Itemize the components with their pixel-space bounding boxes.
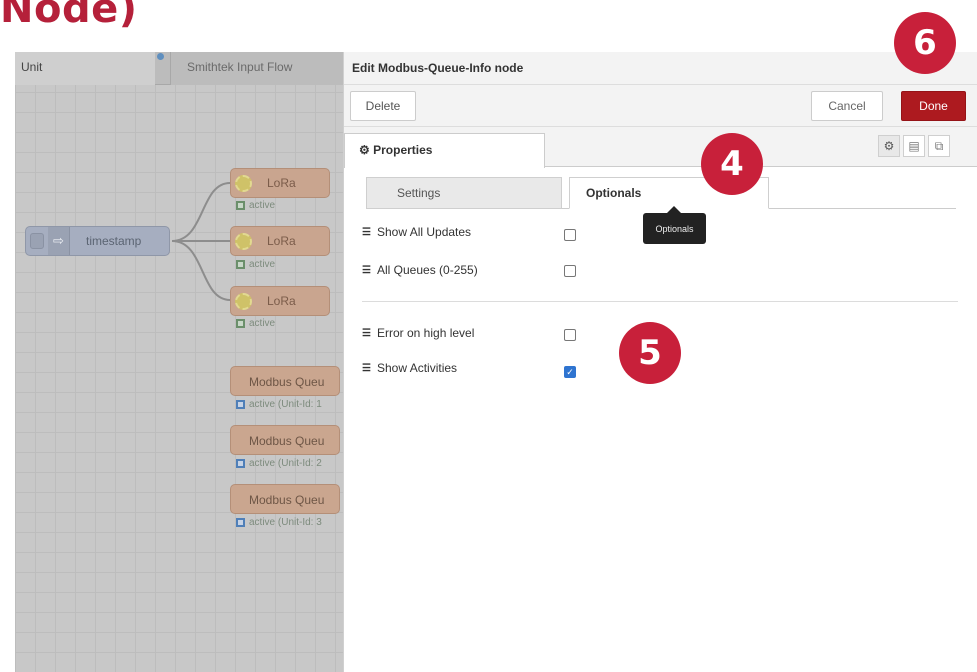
modbus-queue-node-1[interactable]: Modbus Queu: [230, 366, 340, 396]
inject-node-label: timestamp: [86, 234, 142, 248]
lora-icon: [235, 293, 252, 310]
lora-node-3[interactable]: LoRa: [230, 286, 330, 316]
step-badge-4: 4: [701, 133, 763, 195]
option-all-queues: ☰ All Queues (0-255): [362, 263, 478, 277]
option-label: Show All Updates: [377, 225, 472, 239]
modbus-node-label: Modbus Queu: [249, 375, 325, 389]
status-text: active: [249, 200, 276, 211]
node-status: active: [236, 259, 275, 270]
lora-node-label: LoRa: [267, 294, 296, 308]
arrow-right-icon: ⇨: [48, 227, 70, 255]
status-indicator-icon: [236, 400, 245, 409]
status-text: active: [249, 259, 276, 270]
status-text: active: [249, 318, 276, 329]
status-text: active (Unit-Id: 3: [249, 517, 322, 528]
tooltip-arrow: [667, 206, 681, 213]
properties-tab-bar: ⚙ Properties ⚙ ▤ ⧉: [344, 127, 977, 168]
list-grid-icon: ☰: [362, 328, 371, 339]
error-on-high-level-checkbox[interactable]: [564, 329, 576, 341]
option-label: Show Activities: [377, 361, 458, 375]
option-error-on-high-level: ☰ Error on high level: [362, 326, 474, 340]
edit-panel-title: Edit Modbus-Queue-Info node: [344, 52, 977, 85]
option-show-activities: ☰ Show Activities: [362, 361, 457, 375]
lora-node-1[interactable]: LoRa: [230, 168, 330, 198]
flow-wires: [171, 182, 231, 301]
tab-settings[interactable]: Settings: [366, 177, 562, 209]
status-indicator-icon: [236, 459, 245, 468]
step-badge-6: 6: [894, 12, 956, 74]
gear-icon: ⚙: [359, 143, 370, 157]
inject-trigger-button[interactable]: [30, 233, 44, 249]
all-queues-checkbox[interactable]: [564, 265, 576, 277]
list-grid-icon: ☰: [362, 265, 371, 276]
status-indicator-icon: [236, 201, 245, 210]
show-activities-checkbox[interactable]: ✓: [564, 366, 576, 378]
status-text: active (Unit-Id: 2: [249, 458, 322, 469]
lora-icon: [235, 175, 252, 192]
node-status: active (Unit-Id: 1: [236, 399, 322, 410]
done-button[interactable]: Done: [901, 91, 966, 121]
option-label: All Queues (0-255): [377, 263, 478, 277]
option-show-all-updates: ☰ Show All Updates: [362, 225, 471, 239]
inject-node-timestamp[interactable]: ⇨ timestamp: [25, 226, 170, 256]
node-status: active: [236, 318, 275, 329]
tooltip-optionals: Optionals: [643, 213, 706, 244]
tab-properties[interactable]: ⚙ Properties: [344, 133, 545, 168]
appearance-layout-icon[interactable]: ⧉: [928, 135, 950, 157]
tab-properties-label: Properties: [373, 143, 433, 157]
lora-node-label: LoRa: [267, 234, 296, 248]
lora-icon: [235, 233, 252, 250]
node-status: active: [236, 200, 275, 211]
section-divider: [362, 301, 958, 302]
show-all-updates-checkbox[interactable]: [564, 229, 576, 241]
cancel-button[interactable]: Cancel: [811, 91, 883, 121]
options-tab-bar: Settings Optionals: [366, 177, 956, 209]
page: Node) Unit Smithtek Input Flow ⇨ timesta…: [0, 0, 977, 672]
node-status: active (Unit-Id: 2: [236, 458, 322, 469]
modbus-node-label: Modbus Queu: [249, 493, 325, 507]
lora-node-2[interactable]: LoRa: [230, 226, 330, 256]
step-badge-5: 5: [619, 322, 681, 384]
node-status: active (Unit-Id: 3: [236, 517, 322, 528]
settings-gear-icon[interactable]: ⚙: [878, 135, 900, 157]
status-indicator-icon: [236, 260, 245, 269]
option-label: Error on high level: [377, 326, 475, 340]
modbus-queue-node-2[interactable]: Modbus Queu: [230, 425, 340, 455]
list-grid-icon: ☰: [362, 363, 371, 374]
description-document-icon[interactable]: ▤: [903, 135, 925, 157]
status-indicator-icon: [236, 319, 245, 328]
modbus-queue-node-3[interactable]: Modbus Queu: [230, 484, 340, 514]
list-grid-icon: ☰: [362, 227, 371, 238]
modbus-node-label: Modbus Queu: [249, 434, 325, 448]
status-indicator-icon: [236, 518, 245, 527]
status-text: active (Unit-Id: 1: [249, 399, 322, 410]
edit-toolbar: Delete Cancel Done: [344, 85, 977, 127]
delete-button[interactable]: Delete: [350, 91, 416, 121]
lora-node-label: LoRa: [267, 176, 296, 190]
